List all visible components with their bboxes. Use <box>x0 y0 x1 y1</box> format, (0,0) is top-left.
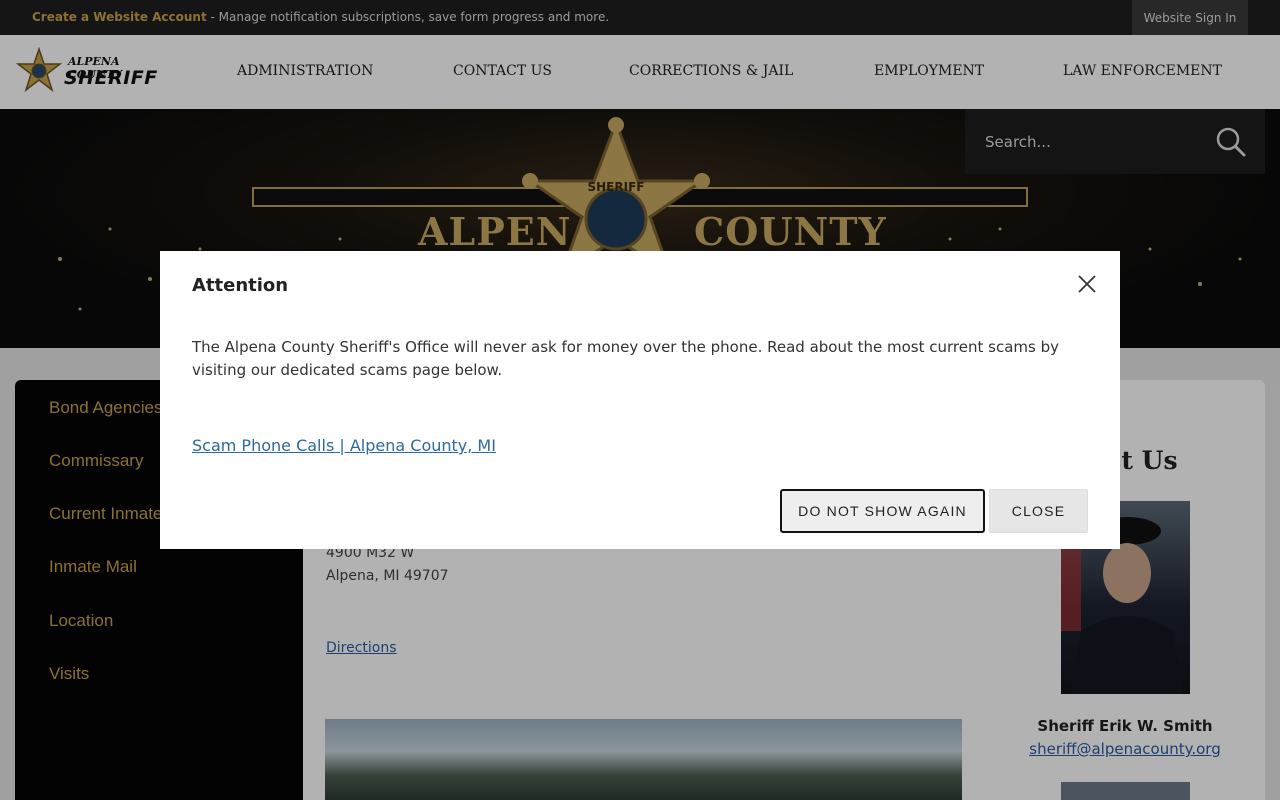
close-button[interactable]: CLOSE <box>989 489 1088 533</box>
scam-phone-calls-link[interactable]: Scam Phone Calls | Alpena County, MI <box>192 436 496 455</box>
dialog-title: Attention <box>192 275 289 296</box>
dialog-message: The Alpena County Sheriff's Office will … <box>192 338 1059 379</box>
close-icon[interactable] <box>1076 273 1098 295</box>
do-not-show-again-button[interactable]: DO NOT SHOW AGAIN <box>780 489 985 533</box>
attention-dialog: Attention The Alpena County Sheriff's Of… <box>160 251 1120 549</box>
